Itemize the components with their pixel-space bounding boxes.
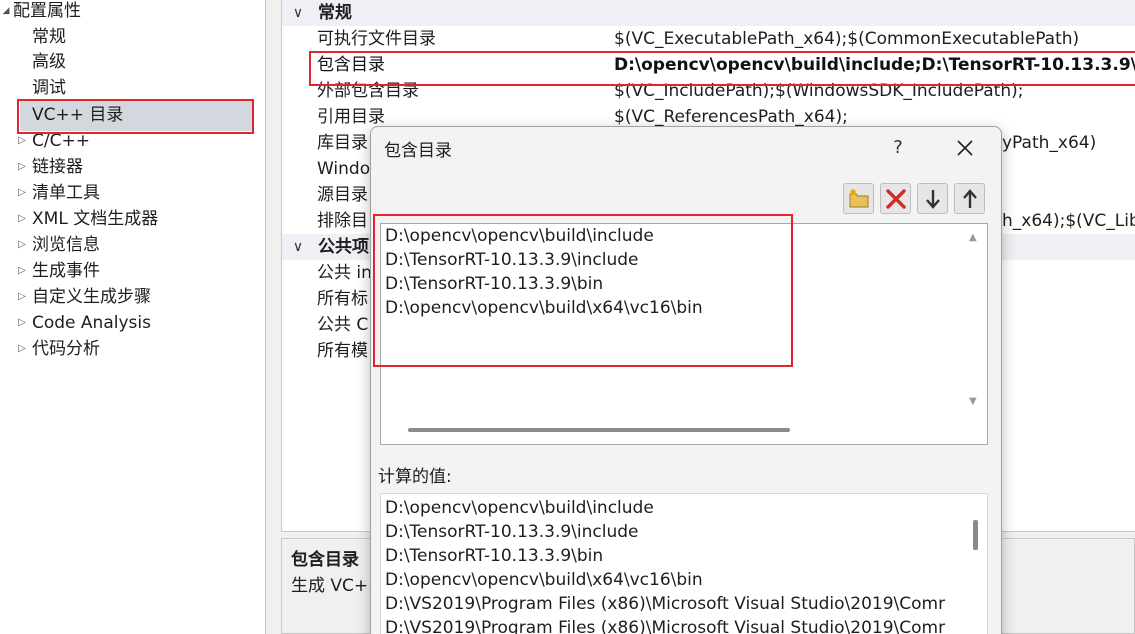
close-icon[interactable] (949, 133, 981, 163)
chevron-right-icon[interactable]: ▷ (16, 258, 28, 284)
property-tree: ◢ 配置属性 常规 高级 调试 VC++ 目录 ▷ C/C++ ▷ 链接器 ▷ 清单工… (0, 0, 266, 634)
tree-item-xml-doc-generator[interactable]: ▷ XML 文档生成器 (16, 206, 158, 232)
help-icon[interactable]: ? (883, 133, 913, 163)
property-name: 公共 C (317, 315, 369, 335)
move-up-button[interactable] (954, 183, 985, 214)
tree-item-linker[interactable]: ▷ 链接器 (16, 154, 83, 180)
move-up-icon (963, 189, 977, 208)
delete-icon (886, 189, 906, 209)
annotation-highlight-box (17, 99, 254, 134)
category-general[interactable]: ∨ 常规 (282, 0, 1135, 26)
property-name: 可执行文件目录 (317, 29, 436, 49)
category-label: 常规 (318, 3, 352, 23)
tree-item-label: Code Analysis (32, 313, 151, 333)
list-item: D:\opencv\opencv\build\x64\vc16\bin (385, 570, 703, 590)
tree-item-label: 代码分析 (32, 339, 100, 359)
chevron-down-icon[interactable]: ◢ (0, 0, 12, 24)
tree-item-label: C/C++ (32, 131, 90, 151)
property-value: yPath_x64) (1002, 133, 1097, 153)
property-value: h_x64);$(VC_Lib (1002, 211, 1135, 231)
property-name: 所有模 (317, 341, 368, 361)
computed-values-list: D:\opencv\opencv\build\include D:\Tensor… (380, 493, 988, 634)
list-item: D:\VS2019\Program Files (x86)\Microsoft … (385, 618, 946, 634)
chevron-right-icon[interactable]: ▷ (16, 336, 28, 362)
property-name: 排除目 (317, 211, 368, 231)
tree-item-advanced[interactable]: 高级 (32, 49, 66, 75)
list-item: D:\TensorRT-10.13.3.9\include (385, 522, 639, 542)
tree-item-label: 常规 (32, 27, 66, 47)
property-value: $(VC_ExecutablePath_x64);$(CommonExecuta… (614, 29, 1080, 49)
property-name: 库目录 (317, 133, 368, 153)
scroll-down-icon[interactable]: ▼ (969, 396, 977, 407)
scroll-up-icon[interactable]: ▲ (969, 232, 977, 243)
chevron-right-icon[interactable]: ▷ (16, 154, 28, 180)
tree-item-label: 自定义生成步骤 (32, 287, 151, 307)
property-name: 公共 in (317, 263, 372, 283)
tree-item-label: 浏览信息 (32, 235, 100, 255)
new-line-button[interactable] (843, 183, 874, 214)
tree-item-code-analysis[interactable]: ▷ Code Analysis (16, 310, 151, 336)
property-row-executable-dirs[interactable]: 可执行文件目录 $(VC_ExecutablePath_x64);$(Commo… (282, 26, 1135, 52)
annotation-highlight-box (309, 51, 1135, 86)
computed-values-label: 计算的值: (378, 467, 452, 487)
tree-item-general[interactable]: 常规 (32, 24, 66, 50)
tree-item-label: 高级 (32, 52, 66, 72)
move-down-button[interactable] (917, 183, 948, 214)
tree-item-label: 配置属性 (13, 1, 81, 21)
new-line-icon (849, 189, 869, 208)
property-name: Windo (317, 159, 371, 179)
chevron-down-icon[interactable]: ∨ (290, 234, 306, 260)
tree-item-debugging[interactable]: 调试 (32, 75, 66, 101)
delete-line-button[interactable] (880, 183, 911, 214)
list-item: D:\TensorRT-10.13.3.9\bin (385, 546, 604, 566)
tree-item-label: XML 文档生成器 (32, 209, 159, 229)
property-name: 所有标 (317, 289, 368, 309)
dialog-title: 包含目录 (384, 141, 452, 161)
chevron-right-icon[interactable]: ▷ (16, 232, 28, 258)
tree-item-build-events[interactable]: ▷ 生成事件 (16, 258, 100, 284)
tree-item-config-properties[interactable]: ◢ 配置属性 (0, 0, 81, 24)
chevron-right-icon[interactable]: ▷ (16, 284, 28, 310)
chevron-right-icon[interactable]: ▷ (16, 310, 28, 336)
description-title: 包含目录 (291, 550, 359, 570)
tree-item-label: 清单工具 (32, 183, 100, 203)
tree-item-browse-info[interactable]: ▷ 浏览信息 (16, 232, 100, 258)
description-text: 生成 VC++ (291, 576, 383, 596)
property-name: 源目录 (317, 185, 368, 205)
tree-item-custom-build-step[interactable]: ▷ 自定义生成步骤 (16, 284, 151, 310)
chevron-right-icon[interactable]: ▷ (16, 206, 28, 232)
horizontal-scrollbar[interactable] (408, 428, 790, 432)
tree-item-label: 生成事件 (32, 261, 100, 281)
chevron-down-icon[interactable]: ∨ (290, 0, 306, 26)
vertical-scrollbar[interactable] (973, 520, 978, 550)
list-item: D:\VS2019\Program Files (x86)\Microsoft … (385, 594, 946, 614)
tree-item-manifest-tool[interactable]: ▷ 清单工具 (16, 180, 100, 206)
chevron-right-icon[interactable]: ▷ (16, 180, 28, 206)
tree-item-label: 调试 (32, 78, 66, 98)
include-dirs-dialog: 包含目录 ? D:\opencv\opencv\build\include D:… (370, 126, 1002, 634)
annotation-highlight-box (373, 214, 793, 367)
move-down-icon (926, 190, 940, 209)
list-item: D:\opencv\opencv\build\include (385, 498, 654, 518)
category-label: 公共项 (318, 237, 369, 257)
tree-item-label: 链接器 (32, 157, 83, 177)
tree-item-code-analysis-cn[interactable]: ▷ 代码分析 (16, 336, 100, 362)
